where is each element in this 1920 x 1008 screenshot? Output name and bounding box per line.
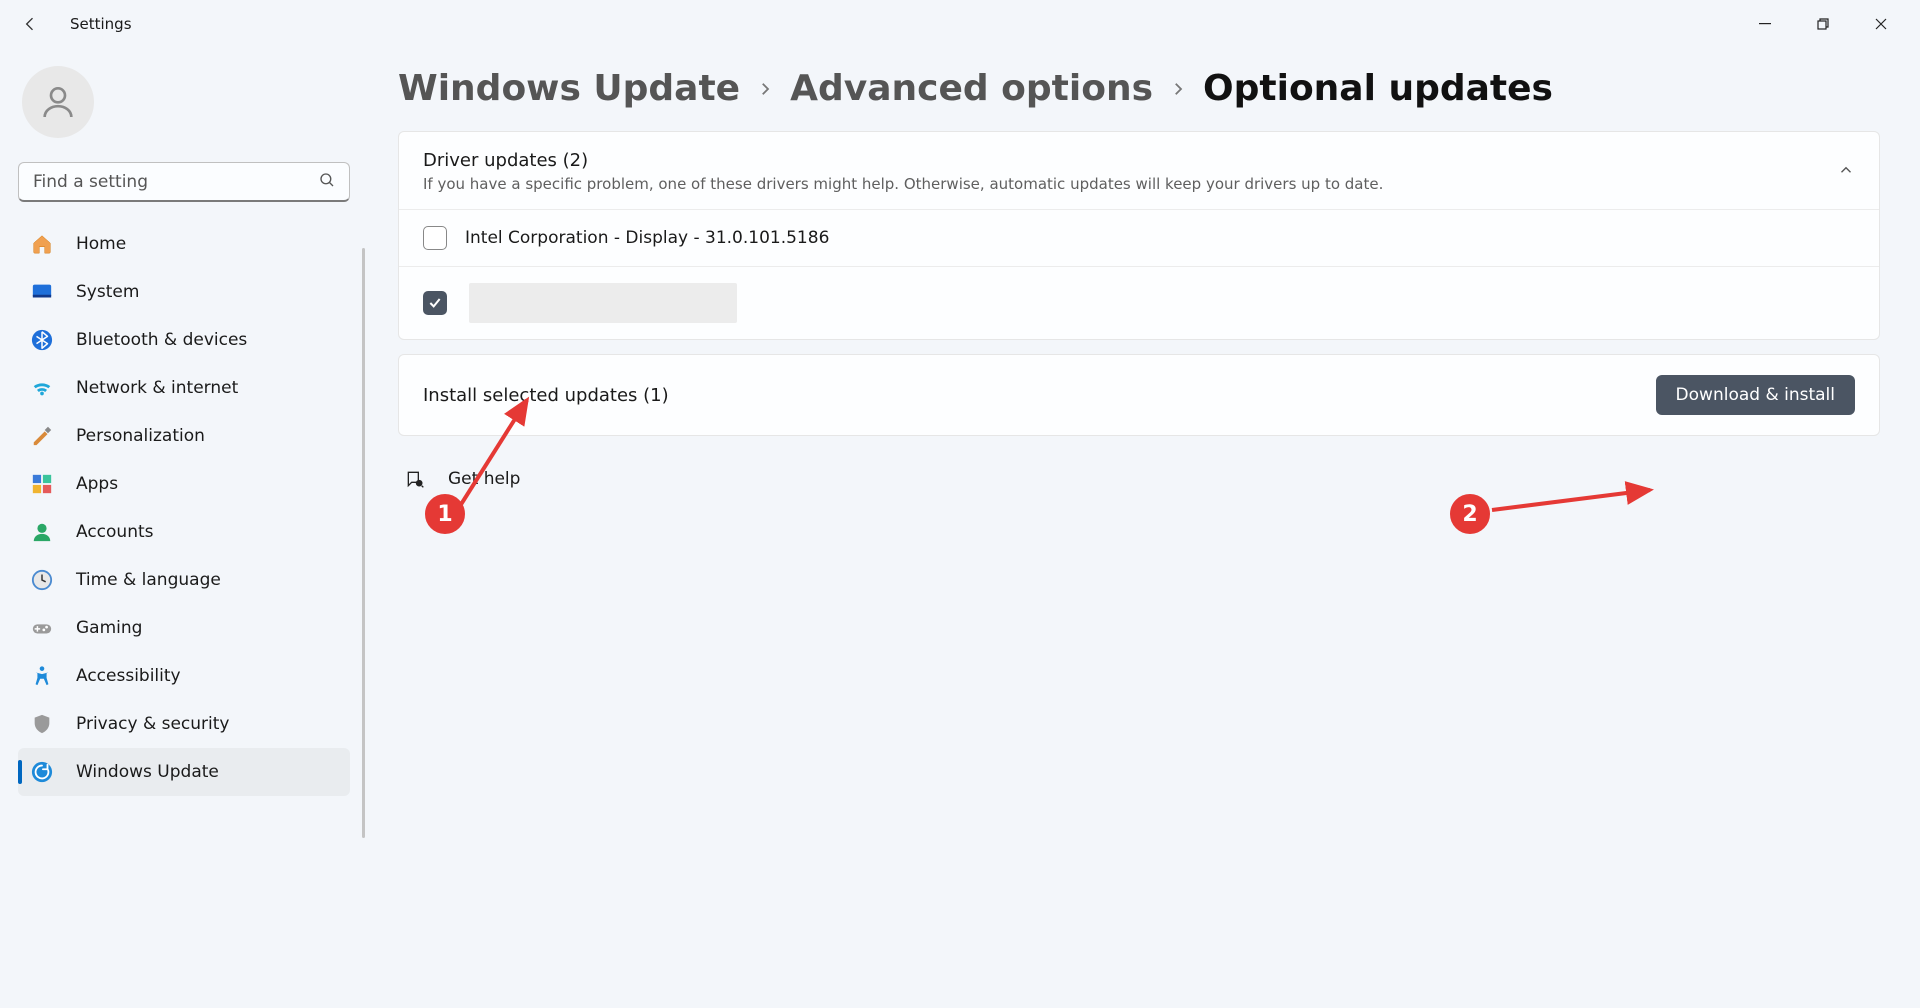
check-icon bbox=[427, 295, 443, 311]
minimize-button[interactable] bbox=[1736, 4, 1794, 44]
section-title: Driver updates (2) bbox=[423, 150, 1837, 171]
sidebar-item-bluetooth[interactable]: Bluetooth & devices bbox=[18, 316, 350, 364]
sidebar-item-label: System bbox=[76, 282, 139, 302]
sidebar-item-gaming[interactable]: Gaming bbox=[18, 604, 350, 652]
arrow-left-icon bbox=[20, 14, 40, 34]
accounts-icon bbox=[30, 520, 54, 544]
sidebar-item-accounts[interactable]: Accounts bbox=[18, 508, 350, 556]
sidebar-item-time[interactable]: Time & language bbox=[18, 556, 350, 604]
sidebar-item-label: Privacy & security bbox=[76, 714, 230, 734]
sidebar-item-windows-update[interactable]: Windows Update bbox=[18, 748, 350, 796]
personalization-icon bbox=[30, 424, 54, 448]
breadcrumb-current: Optional updates bbox=[1203, 68, 1553, 109]
sidebar-item-label: Home bbox=[76, 234, 126, 254]
sidebar-item-label: Windows Update bbox=[76, 762, 219, 782]
maximize-button[interactable] bbox=[1794, 4, 1852, 44]
sidebar-item-label: Apps bbox=[76, 474, 118, 494]
chevron-right-icon bbox=[1169, 80, 1187, 98]
sidebar-item-apps[interactable]: Apps bbox=[18, 460, 350, 508]
sidebar-item-label: Accessibility bbox=[76, 666, 181, 686]
section-description: If you have a specific problem, one of t… bbox=[423, 175, 1837, 193]
driver-section-header[interactable]: Driver updates (2) If you have a specifi… bbox=[399, 132, 1879, 209]
get-help-link[interactable]: Get help bbox=[398, 450, 1880, 508]
sidebar-nav: Home System Bluetooth & devices Network … bbox=[18, 220, 366, 796]
sidebar-item-personalization[interactable]: Personalization bbox=[18, 412, 350, 460]
driver-label: Intel Corporation - Display - 31.0.101.5… bbox=[465, 228, 829, 248]
breadcrumb-level1[interactable]: Windows Update bbox=[398, 68, 740, 109]
maximize-icon bbox=[1817, 18, 1829, 30]
network-icon bbox=[30, 376, 54, 400]
sidebar-item-privacy[interactable]: Privacy & security bbox=[18, 700, 350, 748]
search-wrap bbox=[18, 162, 350, 202]
driver-label-redacted bbox=[469, 283, 737, 323]
help-icon bbox=[404, 468, 426, 490]
home-icon bbox=[30, 232, 54, 256]
sidebar-scrollbar[interactable] bbox=[362, 248, 365, 838]
time-icon bbox=[30, 568, 54, 592]
sidebar-item-label: Gaming bbox=[76, 618, 142, 638]
driver-checkbox-2[interactable] bbox=[423, 291, 447, 315]
sidebar-item-label: Accounts bbox=[76, 522, 154, 542]
gaming-icon bbox=[30, 616, 54, 640]
sidebar: Home System Bluetooth & devices Network … bbox=[0, 48, 370, 1008]
sidebar-item-network[interactable]: Network & internet bbox=[18, 364, 350, 412]
breadcrumb-level2[interactable]: Advanced options bbox=[790, 68, 1153, 109]
accessibility-icon bbox=[30, 664, 54, 688]
minimize-icon bbox=[1759, 18, 1771, 30]
chevron-up-icon bbox=[1837, 161, 1855, 183]
close-icon bbox=[1875, 18, 1887, 30]
install-label: Install selected updates (1) bbox=[423, 385, 1656, 406]
privacy-icon bbox=[30, 712, 54, 736]
sidebar-item-label: Network & internet bbox=[76, 378, 238, 398]
search-icon bbox=[318, 171, 336, 193]
sidebar-item-label: Time & language bbox=[76, 570, 221, 590]
search-input[interactable] bbox=[18, 162, 350, 202]
app-title: Settings bbox=[70, 15, 132, 33]
close-button[interactable] bbox=[1852, 4, 1910, 44]
download-install-button[interactable]: Download & install bbox=[1656, 375, 1855, 415]
update-icon bbox=[30, 760, 54, 784]
apps-icon bbox=[30, 472, 54, 496]
sidebar-item-label: Bluetooth & devices bbox=[76, 330, 247, 350]
person-icon bbox=[38, 82, 78, 122]
bluetooth-icon bbox=[30, 328, 54, 352]
main-content: Windows Update Advanced options Optional… bbox=[370, 48, 1920, 1008]
window-controls bbox=[1736, 4, 1910, 44]
install-card: Install selected updates (1) Download & … bbox=[398, 354, 1880, 436]
chevron-right-icon bbox=[756, 80, 774, 98]
help-label: Get help bbox=[448, 469, 520, 489]
sidebar-item-accessibility[interactable]: Accessibility bbox=[18, 652, 350, 700]
sidebar-item-label: Personalization bbox=[76, 426, 205, 446]
sidebar-item-system[interactable]: System bbox=[18, 268, 350, 316]
user-avatar[interactable] bbox=[22, 66, 94, 138]
driver-updates-card: Driver updates (2) If you have a specifi… bbox=[398, 131, 1880, 340]
breadcrumb: Windows Update Advanced options Optional… bbox=[398, 68, 1880, 109]
sidebar-item-home[interactable]: Home bbox=[18, 220, 350, 268]
back-button[interactable] bbox=[10, 4, 50, 44]
system-icon bbox=[30, 280, 54, 304]
driver-checkbox-1[interactable] bbox=[423, 226, 447, 250]
driver-row: Intel Corporation - Display - 31.0.101.5… bbox=[399, 209, 1879, 266]
titlebar: Settings bbox=[0, 0, 1920, 48]
driver-row bbox=[399, 266, 1879, 339]
